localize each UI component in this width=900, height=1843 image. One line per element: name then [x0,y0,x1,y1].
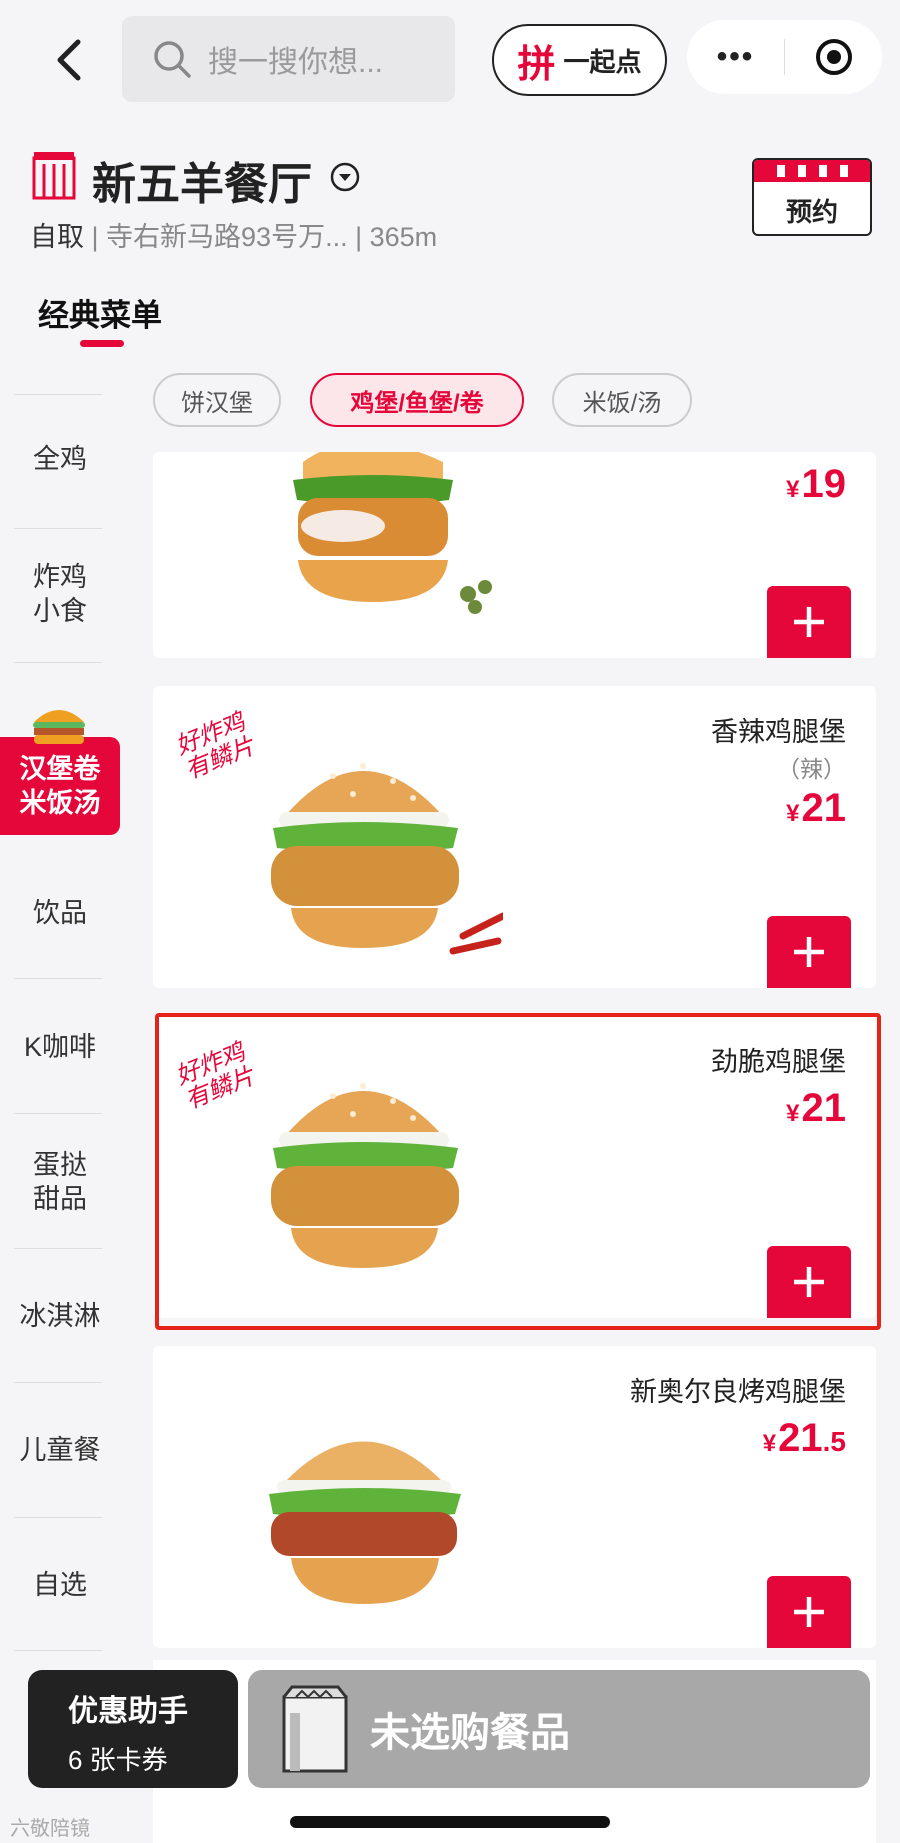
store-subline: 自取 | 寺右新马路93号万... | 365m [30,215,437,254]
chevron-down-icon[interactable] [330,162,360,192]
sidebar-item-coffee[interactable]: K咖啡 [0,1030,120,1064]
product-card[interactable]: 好炸鸡 有鳞片 香辣鸡腿堡 （辣） ¥21 [153,686,876,988]
sidebar-divider [14,1248,102,1249]
add-to-cart-button[interactable] [767,586,851,658]
sidebar-divider [14,1113,102,1114]
add-to-cart-button[interactable] [767,1576,851,1648]
sidebar-divider [14,528,102,529]
sidebar-item-whole-chicken[interactable]: 全鸡 [0,442,120,476]
burger-icon [33,710,85,744]
group-order-button[interactable]: 拼 一起点 [492,24,667,96]
home-indicator [290,1816,610,1828]
tab-classic-menu[interactable]: 经典菜单 [38,290,162,335]
back-button[interactable] [44,30,94,90]
chip-burger[interactable]: 饼汉堡 [153,373,281,427]
pickup-mode: 自取 [30,222,84,252]
add-to-cart-button[interactable] [767,916,851,988]
product-name: 香辣鸡腿堡 [711,717,846,747]
product-image [271,763,503,955]
store-name[interactable]: 新五羊餐厅 [92,148,312,212]
highlight-box [155,1013,881,1330]
cart-status: 未选购餐品 [370,1711,570,1755]
sidebar-item-ice-cream[interactable]: 冰淇淋 [0,1299,120,1333]
store-address: | 寺右新马路93号万... | 365m [91,222,438,252]
reserve-button[interactable]: 预约 [752,158,872,236]
product-price: ¥21.5 [762,1416,846,1460]
product-card[interactable]: 新奥尔良烤鸡腿堡 ¥21.5 [153,1346,876,1648]
group-pin-icon: 拼 [517,43,556,86]
sidebar-item-dessert[interactable]: 蛋挞 甜品 [0,1148,120,1216]
reserve-label: 预约 [785,197,838,227]
sidebar-divider [14,1650,102,1651]
watermark: 六敬陪镜 [10,1818,90,1840]
search-input[interactable]: 搜一搜你想... [122,16,455,102]
product-spicy-note: （辣） [777,756,846,782]
category-sidebar: 全鸡 炸鸡 小食 汉堡卷 米饭汤 饮品 K咖啡 蛋挞 甜品 冰淇淋 儿童餐 自选 [0,352,120,1652]
sidebar-divider [14,394,102,395]
sidebar-divider [14,662,102,663]
sidebar-divider [14,1382,102,1383]
coupon-helper-title: 优惠助手 [68,1695,188,1728]
target-icon [815,39,852,75]
more-menu-button[interactable]: ••• [687,40,784,74]
store-icon [32,152,76,200]
product-name: 新奥尔良烤鸡腿堡 [630,1377,846,1407]
close-mini-program-button[interactable] [785,37,882,77]
product-price: ¥19 [786,462,846,506]
chevron-left-icon [57,39,81,81]
product-image [269,1441,461,1604]
coupon-helper-button[interactable]: 优惠助手 6 张卡券 [28,1670,238,1788]
top-bar: 搜一搜你想... 拼 一起点 ••• [0,0,900,120]
product-image [293,452,492,614]
sidebar-item-drinks[interactable]: 饮品 [0,896,120,930]
plus-icon [794,937,824,967]
plus-icon [794,607,824,637]
cart-bar[interactable]: 未选购餐品 [248,1670,870,1788]
sidebar-item-burgers-active[interactable]: 汉堡卷 米饭汤 [0,737,120,835]
sidebar-divider [14,978,102,979]
chip-rice-soup[interactable]: 米饭/汤 [552,373,692,427]
product-price: ¥21 [786,786,846,830]
calendar-icon [754,160,870,182]
tab-underline [80,340,124,347]
plus-icon [794,1597,824,1627]
group-order-label: 一起点 [563,46,642,77]
sidebar-divider [14,1517,102,1518]
sidebar-item-kids-meal[interactable]: 儿童餐 [0,1433,120,1467]
coupon-count: 6 张卡券 [68,1745,168,1775]
mini-program-capsule: ••• [687,20,882,94]
sidebar-item-fried-chicken[interactable]: 炸鸡 小食 [0,560,120,628]
search-placeholder: 搜一搜你想... [208,46,384,79]
chip-chicken-fish-wrap[interactable]: 鸡堡/鱼堡/卷 [310,373,524,427]
search-icon [154,41,191,78]
sidebar-item-custom[interactable]: 自选 [0,1568,120,1602]
shopping-bag-icon [282,1685,348,1773]
product-card[interactable]: ¥19 [153,452,876,658]
sidebar-active-label: 汉堡卷 米饭汤 [19,754,101,818]
